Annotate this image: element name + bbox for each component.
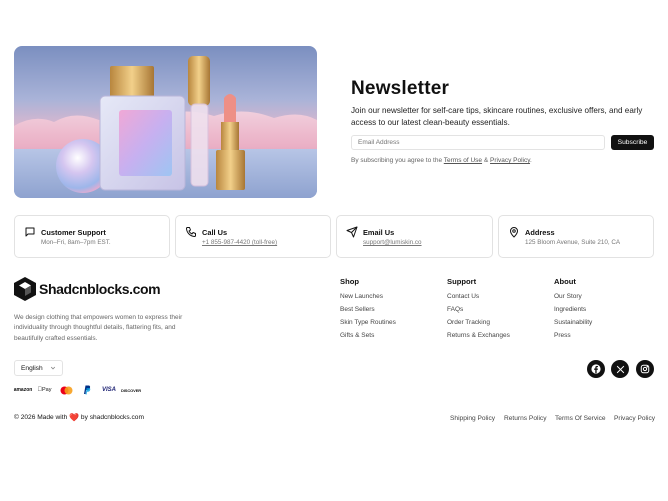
chat-icon	[25, 227, 35, 237]
perfume-lipstick-illustration	[14, 56, 317, 198]
contact-card-subtitle: Mon–Fri, 8am–7pm EST.	[41, 239, 111, 246]
shipping-policy-link[interactable]: Shipping Policy	[450, 415, 495, 422]
contact-card-phone[interactable]: Call Us +1 855-987-4420 (toll-free)	[175, 215, 331, 258]
heart-icon: ❤️	[69, 413, 80, 422]
terms-of-service-link[interactable]: Terms Of Service	[555, 415, 606, 422]
phone-link[interactable]: +1 855-987-4420 (toll-free)	[202, 239, 277, 246]
contact-card-support[interactable]: Customer Support Mon–Fri, 8am–7pm EST.	[14, 215, 170, 258]
footer-link[interactable]: Best Sellers	[340, 306, 396, 314]
payment-label: VISA	[101, 387, 116, 393]
contact-card-title: Address	[525, 228, 555, 237]
chevron-down-icon	[50, 366, 56, 370]
copyright: © 2026 Made with ❤️ by shadcnblocks.com	[14, 413, 144, 422]
newsletter-title: Newsletter	[351, 78, 450, 99]
brand-description: We design clothing that empowers women t…	[14, 314, 183, 342]
instagram-icon[interactable]	[636, 360, 654, 378]
email-link[interactable]: support@lumiskin.co	[363, 239, 422, 246]
copyright-prefix: © 2026 Made with	[14, 414, 68, 421]
language-select[interactable]: English	[14, 360, 63, 376]
paypal-icon	[81, 384, 93, 396]
subscribe-button[interactable]: Subscribe	[611, 135, 654, 150]
newsletter-description: Join our newsletter for self-care tips, …	[351, 106, 643, 127]
footer-column-shop: Shop New Launches Best Sellers Skin Type…	[340, 277, 396, 346]
payment-label: DISCOVER	[120, 387, 142, 393]
apple-pay-icon: Pay	[36, 384, 53, 396]
terms-note-suffix: .	[530, 157, 532, 164]
discover-icon: DISCOVER	[120, 384, 142, 396]
footer-link[interactable]: New Launches	[340, 293, 396, 301]
column-heading: Support	[447, 277, 477, 286]
privacy-policy-footer-link[interactable]: Privacy Policy	[614, 415, 655, 422]
footer-link[interactable]: Our Story	[554, 293, 592, 301]
footer-link[interactable]: Returns & Exchanges	[447, 332, 510, 340]
footer-link[interactable]: Sustainability	[554, 319, 592, 327]
brand-name[interactable]: Shadcnblocks.com	[39, 281, 161, 297]
terms-of-use-link[interactable]: Terms of Use	[444, 157, 482, 164]
copyright-suffix: by shadcnblocks.com	[80, 414, 144, 421]
map-pin-icon	[510, 227, 518, 238]
payment-label: amazon	[13, 387, 33, 393]
email-input[interactable]	[351, 135, 605, 150]
contact-card-address[interactable]: Address 125 Bloom Avenue, Suite 210, CA	[498, 215, 654, 258]
terms-note-amp: &	[483, 157, 489, 164]
amazon-pay-icon: amazon	[13, 384, 33, 396]
newsletter-form: Subscribe	[351, 135, 654, 150]
mastercard-icon	[59, 384, 73, 396]
terms-note-prefix: By subscribing you agree to the	[351, 157, 443, 164]
visa-icon: VISA	[101, 384, 117, 396]
subscribe-terms-note: By subscribing you agree to the Terms of…	[351, 157, 532, 164]
contact-card-title: Call Us	[202, 228, 228, 237]
contact-card-title: Customer Support	[41, 228, 106, 237]
footer-column-support: Support Contact Us FAQs Order Tracking R…	[447, 277, 510, 346]
footer-link[interactable]: Contact Us	[447, 293, 510, 301]
contact-card-subtitle: 125 Bloom Avenue, Suite 210, CA	[525, 239, 621, 246]
x-icon[interactable]	[611, 360, 629, 378]
privacy-policy-link[interactable]: Privacy Policy	[490, 157, 530, 164]
footer-link[interactable]: FAQs	[447, 306, 510, 314]
footer-link[interactable]: Press	[554, 332, 592, 340]
payment-label: Pay	[39, 387, 51, 393]
column-heading: About	[554, 277, 576, 286]
send-icon	[346, 226, 358, 238]
footer-link[interactable]: Order Tracking	[447, 319, 510, 327]
hero-product-image	[14, 46, 317, 198]
footer-link[interactable]: Skin Type Routines	[340, 319, 396, 327]
returns-policy-link[interactable]: Returns Policy	[504, 415, 547, 422]
footer-column-about: About Our Story Ingredients Sustainabili…	[554, 277, 592, 346]
facebook-icon[interactable]	[587, 360, 605, 378]
phone-icon	[186, 227, 196, 237]
contact-card-title: Email Us	[363, 228, 395, 237]
brand-logo-icon[interactable]	[14, 277, 36, 301]
footer-link[interactable]: Gifts & Sets	[340, 332, 396, 340]
footer-link[interactable]: Ingredients	[554, 306, 592, 314]
language-selected-value: English	[21, 365, 43, 372]
contact-card-email[interactable]: Email Us support@lumiskin.co	[336, 215, 493, 258]
column-heading: Shop	[340, 277, 359, 286]
